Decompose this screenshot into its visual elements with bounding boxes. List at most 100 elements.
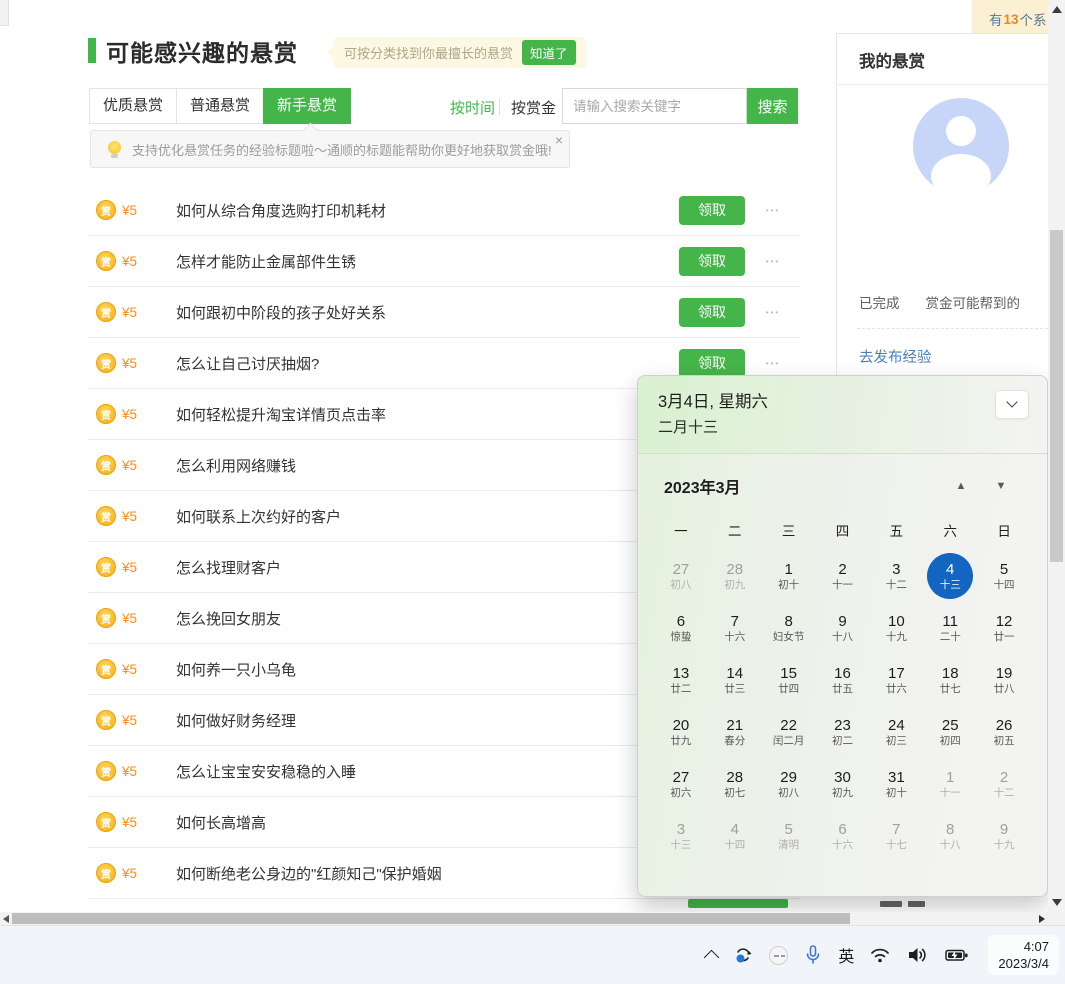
bounty-title-link[interactable]: 怎么找理财客户 (176, 557, 679, 578)
calendar-day[interactable]: 26 初五 (977, 706, 1031, 758)
bounty-tab[interactable]: 新手悬赏 (263, 88, 351, 124)
vertical-scrollbar[interactable] (1048, 0, 1065, 912)
sync-tray-icon[interactable] (731, 943, 755, 967)
bounty-title-link[interactable]: 怎样才能防止金属部件生锈 (176, 251, 679, 272)
battery-charging-icon[interactable] (944, 944, 970, 966)
tray-app-icon[interactable] (769, 946, 788, 965)
coin-icon: 赏 (96, 659, 116, 679)
bounty-title-link[interactable]: 如何轻松提升淘宝详情页点击率 (176, 404, 679, 425)
calendar-day[interactable]: 11 二十 (923, 602, 977, 654)
scroll-right-arrow-icon[interactable] (1039, 915, 1045, 923)
bounty-title-link[interactable]: 如何断绝老公身边的"红颜知己"保护婚姻 (176, 863, 679, 884)
claim-button[interactable]: 领取 (679, 247, 745, 276)
bounty-title-link[interactable]: 怎么挽回女朋友 (176, 608, 679, 629)
more-options-button[interactable]: ••• (760, 257, 786, 266)
clock[interactable]: 4:07 2023/3/4 (988, 935, 1059, 975)
calendar-next-month-button[interactable]: ▼ (981, 480, 1021, 492)
calendar-day[interactable]: 24 初三 (869, 706, 923, 758)
calendar-day[interactable]: 28 初七 (708, 758, 762, 810)
calendar-day[interactable]: 9 十九 (977, 810, 1031, 862)
bounty-title-link[interactable]: 如何做好财务经理 (176, 710, 679, 731)
calendar-day[interactable]: 7 十七 (869, 810, 923, 862)
claim-button[interactable]: 领取 (679, 196, 745, 225)
calendar-day[interactable]: 23 初二 (816, 706, 870, 758)
notification-suffix: 个系 (1020, 9, 1047, 29)
search-input[interactable] (562, 88, 747, 124)
vertical-scrollbar-thumb[interactable] (1050, 230, 1063, 562)
calendar-day[interactable]: 5 十四 (977, 550, 1031, 602)
bounty-tab[interactable]: 优质悬赏 (89, 88, 177, 124)
calendar-day[interactable]: 1 十一 (923, 758, 977, 810)
calendar-month-label[interactable]: 2023年3月 (664, 474, 941, 498)
scroll-down-arrow-icon[interactable] (1052, 899, 1062, 906)
calendar-day[interactable]: 2 十二 (977, 758, 1031, 810)
calendar-day[interactable]: 14 廿三 (708, 654, 762, 706)
calendar-prev-month-button[interactable]: ▲ (941, 480, 981, 492)
calendar-day[interactable]: 17 廿六 (869, 654, 923, 706)
coin-icon: 赏 (96, 506, 116, 526)
calendar-day[interactable]: 31 初十 (869, 758, 923, 810)
calendar-day[interactable]: 1 初十 (762, 550, 816, 602)
bounty-tab[interactable]: 普通悬赏 (176, 88, 264, 124)
claim-button[interactable]: 领取 (679, 349, 745, 378)
more-options-button[interactable]: ••• (760, 359, 786, 368)
got-it-button[interactable]: 知道了 (522, 40, 576, 65)
calendar-day[interactable]: 25 初四 (923, 706, 977, 758)
publish-experience-link[interactable]: 去发布经验 (859, 346, 932, 367)
horizontal-scrollbar[interactable] (0, 912, 1048, 925)
calendar-day[interactable]: 18 廿七 (923, 654, 977, 706)
sort-by-reward[interactable]: 按赏金 (511, 97, 556, 118)
ime-indicator[interactable]: 英 (838, 943, 854, 967)
speaker-icon[interactable] (906, 944, 930, 966)
calendar-day[interactable]: 22 闰二月 (762, 706, 816, 758)
more-options-button[interactable]: ••• (760, 308, 786, 317)
calendar-day[interactable]: 4 十四 (708, 810, 762, 862)
sort-by-time[interactable]: 按时间 (450, 97, 495, 118)
calendar-day[interactable]: 9 十八 (816, 602, 870, 654)
calendar-day[interactable]: 10 十九 (869, 602, 923, 654)
more-options-button[interactable]: ••• (760, 206, 786, 215)
microphone-icon[interactable] (802, 943, 824, 967)
wifi-icon[interactable] (868, 944, 892, 966)
avatar[interactable] (913, 98, 1009, 194)
horizontal-scrollbar-thumb[interactable] (12, 913, 850, 924)
calendar-day[interactable]: 2 十一 (816, 550, 870, 602)
calendar-day[interactable]: 27 初六 (654, 758, 708, 810)
calendar-day[interactable]: 16 廿五 (816, 654, 870, 706)
bounty-title-link[interactable]: 如何长高增高 (176, 812, 679, 833)
calendar-day[interactable]: 20 廿九 (654, 706, 708, 758)
calendar-day[interactable]: 12 廿一 (977, 602, 1031, 654)
close-icon[interactable]: × (555, 132, 563, 148)
calendar-day[interactable]: 27 初八 (654, 550, 708, 602)
calendar-day[interactable]: 4 十三 (923, 550, 977, 602)
bounty-title-link[interactable]: 怎么利用网络赚钱 (176, 455, 679, 476)
bounty-title-link[interactable]: 怎么让自己讨厌抽烟? (176, 353, 679, 374)
calendar-day[interactable]: 15 廿四 (762, 654, 816, 706)
day-lunar-label: 初六 (670, 786, 691, 800)
bounty-title-link[interactable]: 如何从综合角度选购打印机耗材 (176, 200, 679, 221)
hidden-icons-chevron-icon[interactable] (704, 950, 720, 966)
scroll-up-arrow-icon[interactable] (1052, 6, 1062, 13)
calendar-day[interactable]: 8 十八 (923, 810, 977, 862)
calendar-day[interactable]: 29 初八 (762, 758, 816, 810)
calendar-day[interactable]: 28 初九 (708, 550, 762, 602)
calendar-day[interactable]: 3 十二 (869, 550, 923, 602)
claim-button[interactable]: 领取 (679, 298, 745, 327)
calendar-day[interactable]: 13 廿二 (654, 654, 708, 706)
bounty-title-link[interactable]: 如何联系上次约好的客户 (176, 506, 679, 527)
calendar-day[interactable]: 5 清明 (762, 810, 816, 862)
bounty-title-link[interactable]: 如何跟初中阶段的孩子处好关系 (176, 302, 679, 323)
calendar-day[interactable]: 3 十三 (654, 810, 708, 862)
calendar-day[interactable]: 6 十六 (816, 810, 870, 862)
bounty-title-link[interactable]: 如何养一只小乌龟 (176, 659, 679, 680)
scroll-left-arrow-icon[interactable] (3, 915, 9, 923)
calendar-day[interactable]: 30 初九 (816, 758, 870, 810)
bounty-title-link[interactable]: 怎么让宝宝安安稳稳的入睡 (176, 761, 679, 782)
calendar-day[interactable]: 7 十六 (708, 602, 762, 654)
calendar-collapse-button[interactable] (995, 390, 1029, 419)
calendar-day[interactable]: 19 廿八 (977, 654, 1031, 706)
calendar-day[interactable]: 6 惊蛰 (654, 602, 708, 654)
search-button[interactable]: 搜索 (747, 88, 798, 124)
calendar-day[interactable]: 8 妇女节 (762, 602, 816, 654)
calendar-day[interactable]: 21 春分 (708, 706, 762, 758)
